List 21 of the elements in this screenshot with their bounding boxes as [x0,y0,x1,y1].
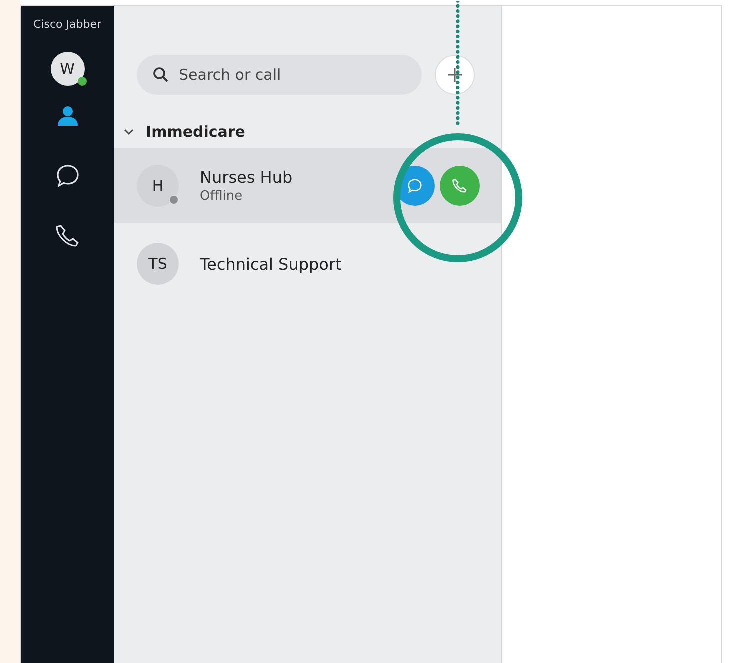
contact-row[interactable]: H Nurses Hub Offline [114,148,501,223]
contact-avatar: TS [137,243,179,285]
group-header[interactable]: Immedicare [114,118,246,146]
chat-icon [407,178,423,194]
contact-row[interactable]: TS Technical Support [114,228,501,300]
search-icon [153,67,169,83]
plus-icon [447,67,463,83]
search-field[interactable]: Search or call [137,55,422,95]
add-button[interactable] [435,55,475,95]
call-button[interactable] [440,166,480,206]
contact-avatar: H [137,164,179,206]
chat-icon [54,163,80,189]
person-icon [56,104,80,128]
caret-icon [124,127,134,137]
app-title: Cisco Jabber [34,18,102,31]
contact-name: Technical Support [200,254,342,274]
contact-status: Offline [200,188,244,204]
phone-icon [452,178,468,194]
phone-icon [54,223,80,249]
user-avatar[interactable]: W [50,52,84,86]
contact-name: Nurses Hub [200,168,293,186]
